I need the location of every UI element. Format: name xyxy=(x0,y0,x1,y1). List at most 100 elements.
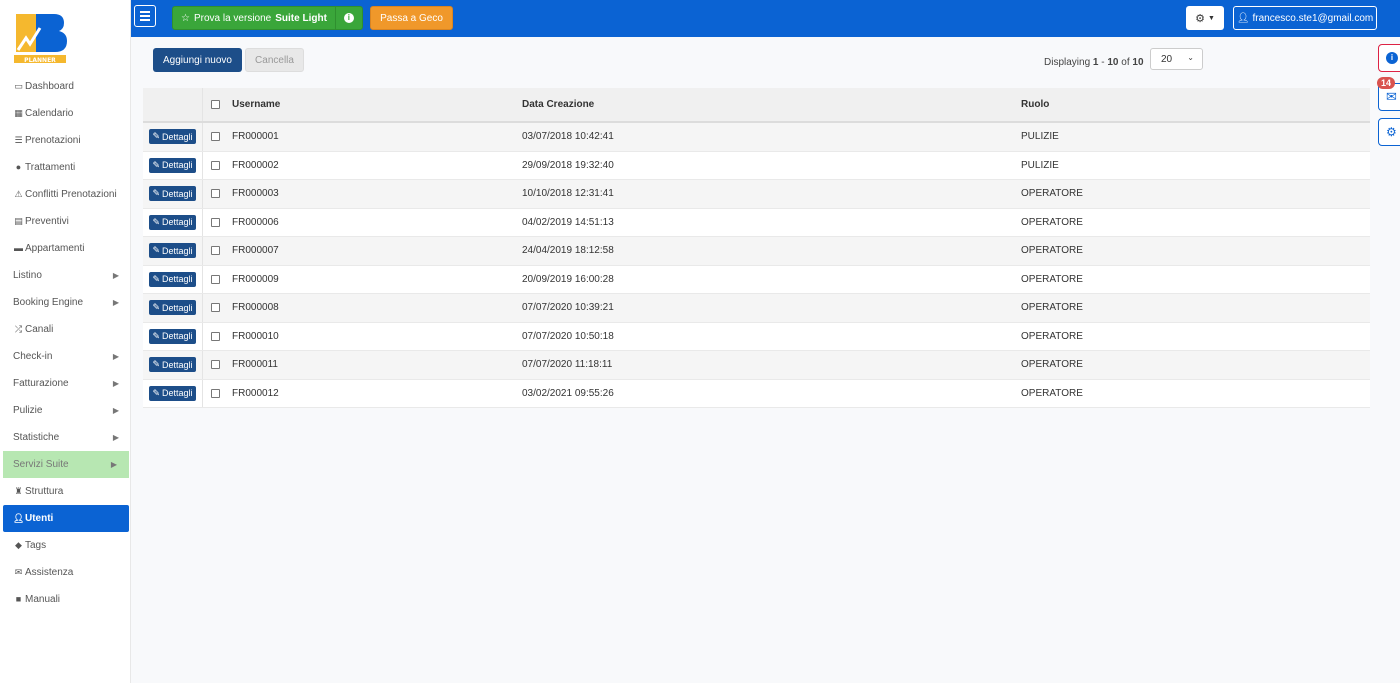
cell-created: 07/07/2020 11:18:11 xyxy=(522,359,613,371)
sidebar-item-appartamenti[interactable]: ▬ Appartamenti xyxy=(0,235,131,262)
cell-created: 10/10/2018 12:31:41 xyxy=(522,188,614,200)
row-select-cell xyxy=(205,266,225,294)
row-checkbox[interactable] xyxy=(210,189,220,199)
cell-role: OPERATORE xyxy=(1021,216,1083,228)
total-count: 10 xyxy=(1132,57,1144,68)
details-button[interactable]: ✎ Dettagli xyxy=(149,129,196,145)
row-checkbox[interactable] xyxy=(210,331,220,341)
sidebar-item-preventivi[interactable]: ▤ Preventivi xyxy=(0,208,131,235)
page-size-select[interactable]: 20 ⌄ xyxy=(1150,48,1203,70)
details-button[interactable]: ✎ Dettagli xyxy=(149,157,196,173)
cell-created: 03/02/2021 09:55:26 xyxy=(522,387,614,399)
sidebar-item-struttura[interactable]: ♜ Struttura xyxy=(0,478,131,505)
of-label: of xyxy=(1118,57,1133,68)
top-navbar: ☆ Prova la versione Suite Light i Passa … xyxy=(131,0,1400,37)
row-select-cell xyxy=(205,380,225,408)
sidebar-item-label: Statistiche xyxy=(13,432,60,443)
displaying-label: Displaying xyxy=(1044,57,1093,68)
cell-role: OPERATORE xyxy=(1021,273,1083,285)
sidebar-item-pulizie[interactable]: Pulizie ▶ xyxy=(0,397,131,424)
app-logo[interactable]: PLANNER xyxy=(10,8,70,68)
sidebar-item-label: Manuali xyxy=(25,594,61,605)
chevron-down-icon: ⌄ xyxy=(1187,53,1194,62)
details-button[interactable]: ✎ Dettagli xyxy=(149,385,196,401)
sidebar-item-label: Tags xyxy=(25,540,47,551)
row-checkbox[interactable] xyxy=(210,160,220,170)
sidebar-item-booking-engine[interactable]: Booking Engine ▶ xyxy=(0,289,131,316)
try-suite-light-button[interactable]: ☆ Prova la versione Suite Light xyxy=(173,7,335,29)
header-role[interactable]: Ruolo xyxy=(1021,88,1049,121)
cell-username: FR000008 xyxy=(232,302,279,314)
user-account-button[interactable]: 👤︎ francesco.ste1@gmail.com xyxy=(1233,6,1377,30)
sidebar-item-trattamenti[interactable]: ● Trattamenti xyxy=(0,154,131,181)
details-label: Dettagli xyxy=(162,188,193,199)
row-checkbox[interactable] xyxy=(210,388,220,398)
row-checkbox[interactable] xyxy=(210,303,220,313)
messages-badge: 14 xyxy=(1377,77,1396,89)
details-button[interactable]: ✎ Dettagli xyxy=(149,243,196,259)
select-all-checkbox[interactable] xyxy=(210,100,220,109)
add-new-button[interactable]: Aggiungi nuovo xyxy=(153,48,242,72)
details-button[interactable]: ✎ Dettagli xyxy=(149,214,196,230)
details-button[interactable]: ✎ Dettagli xyxy=(149,300,196,316)
cell-created: 07/07/2020 10:50:18 xyxy=(522,330,614,342)
settings-widget[interactable]: ⚙ xyxy=(1378,118,1400,146)
info-icon: i xyxy=(1386,52,1398,64)
menu-toggle-button[interactable] xyxy=(134,5,156,27)
table-row: ✎ Dettagli FR000002 29/09/2018 19:32:40 PULI… xyxy=(143,151,1370,180)
pencil-icon: ✎ xyxy=(152,216,161,227)
row-checkbox[interactable] xyxy=(210,274,220,284)
details-button[interactable]: ✎ Dettagli xyxy=(149,328,196,344)
header-username[interactable]: Username xyxy=(232,88,280,121)
table-row: ✎ Dettagli FR000006 04/02/2019 14:51:13 OPER… xyxy=(143,208,1370,237)
sidebar-item-servizi-suite[interactable]: Servizi Suite ▶ xyxy=(3,451,129,478)
sidebar-item-prenotazioni[interactable]: ☰ Prenotazioni xyxy=(0,127,131,154)
sidebar-item-fatturazione[interactable]: Fatturazione ▶ xyxy=(0,370,131,397)
row-select-cell xyxy=(205,237,225,265)
row-checkbox[interactable] xyxy=(210,360,220,370)
user-icon: 👤︎ xyxy=(1236,12,1250,24)
sidebar-item-listino[interactable]: Listino ▶ xyxy=(0,262,131,289)
sidebar-item-conflitti[interactable]: ⚠ Conflitti Prenotazioni xyxy=(0,181,131,208)
sidebar-item-utenti[interactable]: 👤︎Utenti xyxy=(3,505,129,532)
user-icon: 👤︎ xyxy=(13,513,25,523)
trial-info-button[interactable]: i xyxy=(334,7,362,29)
pencil-icon: ✎ xyxy=(152,131,161,142)
sidebar-item-label: Listino xyxy=(13,270,42,281)
sidebar-item-label: Servizi Suite xyxy=(13,459,69,470)
settings-dropdown-button[interactable]: ⚙ ▼ xyxy=(1186,6,1224,30)
sidebar-item-dashboard[interactable]: ▭ Dashboard xyxy=(0,73,131,100)
details-label: Dettagli xyxy=(162,131,193,142)
row-select-cell xyxy=(205,152,225,180)
sidebar-item-assistenza[interactable]: ✉ Assistenza xyxy=(0,559,131,586)
sidebar-item-calendario[interactable]: ▦ Calendario xyxy=(0,100,131,127)
pencil-icon: ✎ xyxy=(152,159,161,170)
cell-created: 04/02/2019 14:51:13 xyxy=(522,216,614,228)
sidebar-item-canali[interactable]: ⤮ Canali xyxy=(0,316,131,343)
row-checkbox[interactable] xyxy=(210,217,220,227)
cell-role: PULIZIE xyxy=(1021,131,1059,143)
sidebar-item-tags[interactable]: ◆ Tags xyxy=(0,532,131,559)
details-button[interactable]: ✎ Dettagli xyxy=(149,357,196,373)
sidebar-item-statistiche[interactable]: Statistiche ▶ xyxy=(0,424,131,451)
cell-role: OPERATORE xyxy=(1021,188,1083,200)
row-checkbox[interactable] xyxy=(210,246,220,256)
details-button[interactable]: ✎ Dettagli xyxy=(149,186,196,202)
info-widget[interactable]: i xyxy=(1378,44,1400,72)
sidebar-item-manuali[interactable]: ■ Manuali xyxy=(0,586,131,613)
sidebar-item-check-in[interactable]: Check-in ▶ xyxy=(0,343,131,370)
row-checkbox[interactable] xyxy=(210,132,220,142)
header-created[interactable]: Data Creazione xyxy=(522,88,594,121)
delete-button[interactable]: Cancella xyxy=(245,48,304,72)
cell-created: 29/09/2018 19:32:40 xyxy=(522,159,614,171)
select-all-cell xyxy=(205,88,225,121)
cell-created: 24/04/2019 18:12:58 xyxy=(522,245,614,257)
details-button[interactable]: ✎ Dettagli xyxy=(149,271,196,287)
envelope-icon: ✉ xyxy=(14,567,23,577)
row-actions-cell: ✎ Dettagli xyxy=(143,151,203,179)
sidebar-item-label: Preventivi xyxy=(25,216,69,227)
sidebar-item-label: Dashboard xyxy=(25,81,74,92)
row-select-cell xyxy=(205,209,225,237)
chevron-right-icon: ▶ xyxy=(112,379,119,388)
switch-to-geco-button[interactable]: Passa a Geco xyxy=(370,6,453,30)
